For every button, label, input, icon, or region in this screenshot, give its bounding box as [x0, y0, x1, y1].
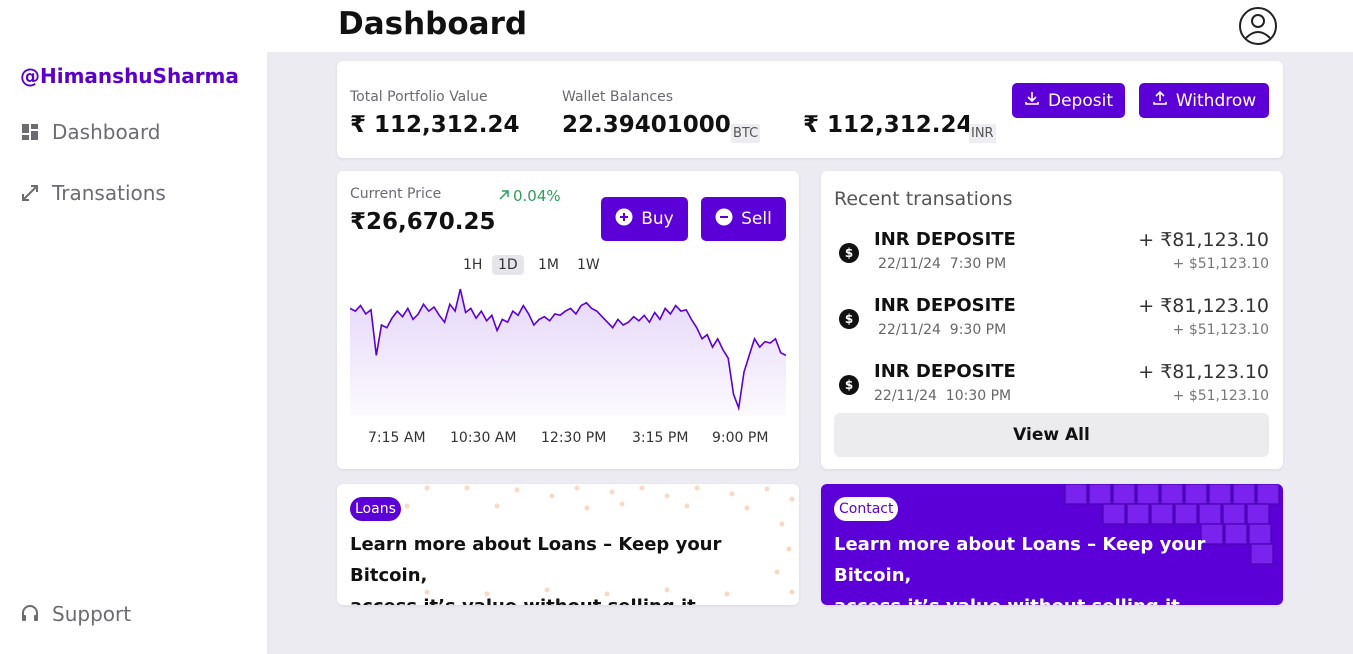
x-tick-label: 3:15 PM — [632, 430, 689, 446]
range-1d[interactable]: 1D — [492, 255, 524, 275]
transaction-amount: + ₹81,123.10 — [1138, 295, 1269, 317]
sidebar-item-transactions[interactable]: Transations — [20, 181, 166, 205]
transaction-name: INR DEPOSITE — [874, 229, 1016, 250]
transaction-item[interactable]: $ INR DEPOSITE 22/11/24 9:30 PM + ₹81,12… — [834, 295, 1270, 355]
buy-label: Buy — [641, 209, 674, 229]
total-portfolio-label: Total Portfolio Value — [350, 89, 488, 105]
inr-balance: ₹ 112,312.24 — [803, 112, 973, 138]
range-1h[interactable]: 1H — [457, 255, 488, 275]
recent-transactions-card: Recent transations $ INR DEPOSITE 22/11/… — [821, 171, 1283, 469]
user-circle-icon[interactable] — [1238, 6, 1278, 46]
loans-promo-text: Learn more about Loans – Keep your Bitco… — [350, 534, 722, 605]
contact-promo-text: Learn more about Loans – Keep your Bitco… — [834, 534, 1206, 605]
transaction-usd-amount: + $51,123.10 — [1172, 388, 1269, 404]
wallet-balances-label: Wallet Balances — [562, 89, 673, 105]
dollar-coin-icon: $ — [839, 309, 859, 329]
recent-transactions-title: Recent transations — [834, 188, 1013, 210]
deposit-button[interactable]: Deposit — [1012, 83, 1125, 118]
deposit-label: Deposit — [1048, 90, 1113, 111]
loans-promo-card[interactable]: Loans Learn more about Loans – Keep your… — [337, 484, 799, 605]
view-all-button[interactable]: View All — [834, 413, 1269, 457]
x-tick-label: 7:15 AM — [368, 430, 426, 446]
sidebar-item-label: Transations — [52, 181, 166, 205]
price-change-value: 0.04% — [513, 187, 561, 205]
range-1w[interactable]: 1W — [571, 255, 606, 275]
btc-unit: BTC — [731, 124, 761, 143]
transaction-name: INR DEPOSITE — [874, 361, 1016, 382]
transaction-usd-amount: + $51,123.10 — [1172, 322, 1269, 338]
sell-label: Sell — [741, 209, 772, 229]
page-title: Dashboard — [338, 6, 528, 42]
portfolio-card: Total Portfolio Value ₹ 112,312.24 Walle… — [337, 61, 1283, 158]
transaction-item[interactable]: $ INR DEPOSITE 22/11/24 10:30 PM + ₹81,1… — [834, 361, 1270, 421]
price-chart — [350, 288, 786, 416]
price-card: Current Price ₹26,670.25 0.04% Buy Sell … — [337, 171, 799, 469]
price-change: 0.04% — [498, 187, 561, 205]
withdraw-button[interactable]: Withdrow — [1139, 83, 1269, 118]
transaction-usd-amount: + $51,123.10 — [1172, 256, 1269, 272]
contact-promo-card[interactable]: Contact Learn more about Loans – Keep yo… — [821, 484, 1283, 605]
current-price-label: Current Price — [350, 186, 442, 202]
buy-button[interactable]: Buy — [601, 197, 688, 241]
btc-balance: 22.39401000 — [562, 112, 731, 138]
sidebar-item-label: Support — [52, 602, 132, 626]
upload-icon — [1152, 90, 1168, 111]
arrow-up-right-icon — [498, 187, 510, 205]
sidebar-item-label: Dashboard — [52, 120, 161, 144]
current-price-value: ₹26,670.25 — [350, 209, 496, 235]
loans-tag: Loans — [350, 497, 401, 521]
withdraw-label: Withdrow — [1175, 90, 1257, 111]
dollar-coin-icon: $ — [839, 375, 859, 395]
transaction-date: 22/11/24 7:30 PM — [878, 256, 1007, 272]
transaction-item[interactable]: $ INR DEPOSITE 22/11/24 7:30 PM + ₹81,12… — [834, 229, 1270, 289]
total-portfolio-value: ₹ 112,312.24 — [350, 112, 520, 138]
x-tick-label: 9:00 PM — [712, 430, 769, 446]
inr-unit: INR — [969, 124, 996, 143]
sidebar-item-dashboard[interactable]: Dashboard — [20, 120, 161, 144]
username: @HimanshuSharma — [20, 64, 239, 88]
x-tick-label: 12:30 PM — [541, 430, 607, 446]
transaction-date: 22/11/24 10:30 PM — [874, 388, 1012, 404]
dollar-coin-icon: $ — [839, 243, 859, 263]
x-tick-label: 10:30 AM — [450, 430, 517, 446]
transactions-icon — [20, 183, 40, 203]
download-icon — [1024, 90, 1040, 111]
range-1m[interactable]: 1M — [532, 255, 565, 275]
plus-circle-icon — [615, 208, 633, 231]
sidebar-item-support[interactable]: Support — [20, 602, 131, 626]
chart-area-fill — [350, 289, 786, 416]
contact-tag: Contact — [834, 497, 899, 521]
transaction-name: INR DEPOSITE — [874, 295, 1016, 316]
headset-icon — [20, 604, 40, 624]
transaction-amount: + ₹81,123.10 — [1138, 361, 1269, 383]
dashboard-icon — [20, 122, 40, 142]
sidebar: @HimanshuSharma Dashboard Transations Su… — [0, 0, 267, 654]
transaction-date: 22/11/24 9:30 PM — [878, 322, 1007, 338]
sell-button[interactable]: Sell — [701, 197, 786, 241]
transaction-amount: + ₹81,123.10 — [1138, 229, 1269, 251]
minus-circle-icon — [715, 208, 733, 231]
